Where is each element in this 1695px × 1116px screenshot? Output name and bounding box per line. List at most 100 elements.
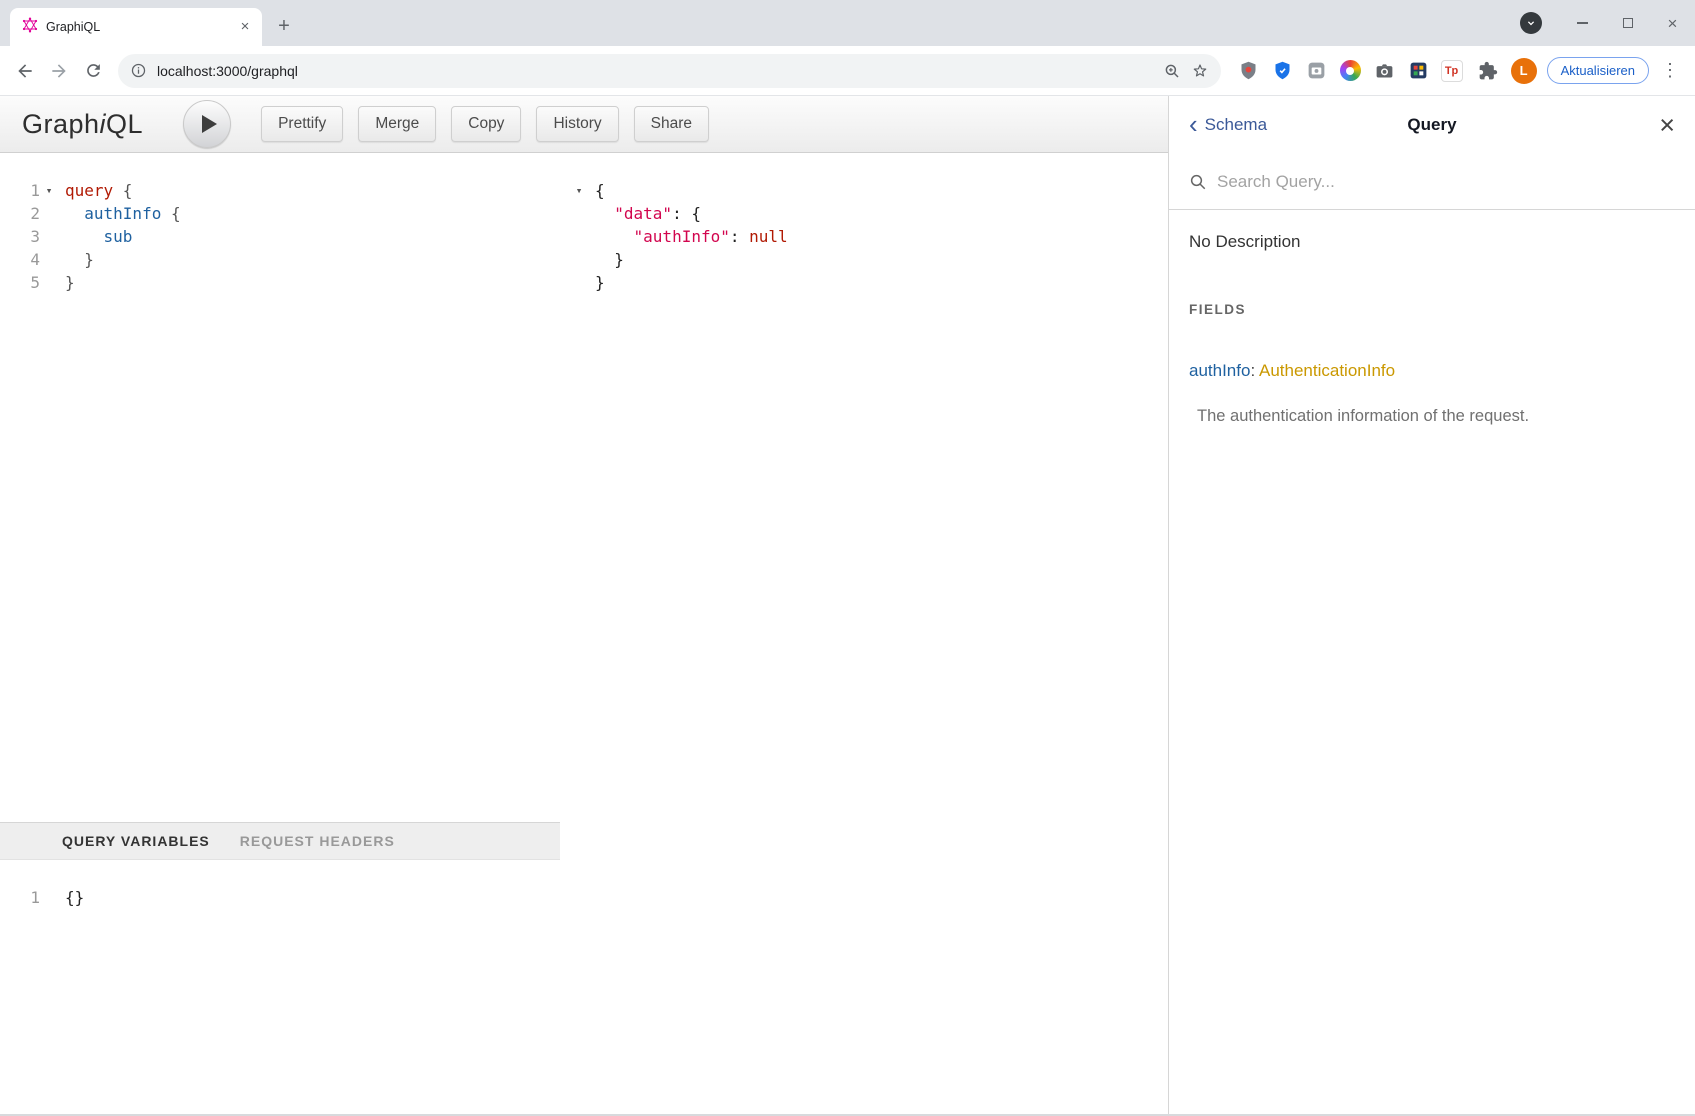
editor-column: 1 ▾ query { 2 authInfo { 3 s	[0, 153, 560, 1114]
tab-title: GraphiQL	[46, 20, 236, 34]
pixel-grid-icon[interactable]	[1407, 59, 1430, 82]
field-description: The authentication information of the re…	[1197, 407, 1675, 426]
line-number: 1	[0, 179, 40, 202]
graphiql-logo: GraphiQL	[22, 109, 143, 140]
new-tab-button[interactable]: +	[270, 12, 298, 40]
bookmark-star-icon[interactable]	[1191, 62, 1209, 80]
code-text: {}	[58, 886, 84, 909]
code-text: "authInfo": null	[588, 225, 788, 248]
tampermonkey-icon[interactable]: Tp	[1441, 60, 1463, 82]
browser-window: GraphiQL × + ×	[0, 0, 1695, 1116]
result-viewer: ▾ { "data": { "authInfo": null }	[560, 153, 1168, 1114]
blue-shield-icon[interactable]	[1271, 59, 1294, 82]
editor-line[interactable]: 4 }	[0, 248, 560, 271]
doc-back-link[interactable]: ‹ Schema	[1189, 114, 1267, 137]
graphql-favicon-icon	[22, 17, 38, 38]
code-text: sub	[58, 225, 132, 248]
page-info-icon[interactable]	[130, 62, 147, 79]
editor-line[interactable]: 3 sub	[0, 225, 560, 248]
result-line: }	[570, 271, 1168, 294]
line-number: 2	[0, 202, 40, 225]
doc-content: No Description FIELDS authInfo: Authenti…	[1169, 210, 1695, 448]
browser-tab[interactable]: GraphiQL ×	[10, 8, 262, 46]
graphiql-left-area: GraphiQL Prettify Merge Copy History Sha…	[0, 96, 1168, 1114]
field-entry: authInfo: AuthenticationInfo	[1189, 361, 1675, 381]
copy-button[interactable]: Copy	[451, 106, 521, 142]
window-controls: ×	[1520, 0, 1695, 46]
history-button[interactable]: History	[536, 106, 618, 142]
color-wheel-icon[interactable]	[1339, 59, 1362, 82]
query-editor[interactable]: 1 ▾ query { 2 authInfo { 3 s	[0, 153, 560, 822]
forward-button[interactable]	[42, 54, 76, 88]
tab-strip: GraphiQL × + ×	[0, 0, 1695, 46]
line-number: 5	[0, 271, 40, 294]
doc-title: Query	[1407, 115, 1456, 135]
maximize-button[interactable]	[1605, 0, 1650, 46]
type-description: No Description	[1189, 232, 1675, 252]
line-number: 1	[0, 886, 40, 909]
extensions-row: Tp	[1237, 59, 1463, 82]
code-text: query {	[58, 179, 132, 202]
doc-back-label: Schema	[1205, 115, 1267, 135]
back-button[interactable]	[8, 54, 42, 88]
screenshot-icon[interactable]	[1305, 59, 1328, 82]
close-button[interactable]: ×	[1650, 0, 1695, 46]
graphiql-app: GraphiQL Prettify Merge Copy History Sha…	[0, 96, 1695, 1116]
fold-arrow-icon[interactable]: ▾	[570, 179, 588, 202]
editor-line[interactable]: 1 {}	[0, 886, 560, 909]
code-text: }	[588, 248, 624, 271]
address-bar[interactable]: localhost:3000/graphql	[118, 54, 1221, 88]
camera-icon[interactable]	[1373, 59, 1396, 82]
editor-line[interactable]: 2 authInfo {	[0, 202, 560, 225]
minimize-button[interactable]	[1560, 0, 1605, 46]
profile-avatar[interactable]: L	[1511, 58, 1537, 84]
zoom-icon[interactable]	[1163, 62, 1181, 80]
fields-section-header: FIELDS	[1189, 302, 1675, 317]
shield-icon[interactable]	[1237, 59, 1260, 82]
doc-search-bar	[1169, 154, 1695, 210]
extensions-puzzle-icon[interactable]	[1471, 54, 1505, 88]
doc-close-icon[interactable]: ×	[1659, 112, 1675, 139]
code-text: }	[58, 248, 94, 271]
prettify-button[interactable]: Prettify	[261, 106, 343, 142]
tab-request-headers[interactable]: REQUEST HEADERS	[240, 833, 395, 849]
browser-navbar: localhost:3000/graphql	[0, 46, 1695, 96]
result-line: "data": {	[570, 202, 1168, 225]
code-text: "data": {	[588, 202, 701, 225]
tab-query-variables[interactable]: QUERY VARIABLES	[62, 833, 210, 849]
editor-line[interactable]: 1 ▾ query {	[0, 179, 560, 202]
url-text: localhost:3000/graphql	[157, 63, 1153, 79]
fold-arrow-icon[interactable]: ▾	[40, 179, 58, 202]
chevron-left-icon: ‹	[1189, 111, 1198, 137]
reload-button[interactable]	[76, 54, 110, 88]
result-line: }	[570, 248, 1168, 271]
toolbar: Prettify Merge Copy History Share	[261, 106, 709, 142]
execute-button[interactable]	[183, 100, 231, 148]
code-text: }	[58, 271, 75, 294]
doc-explorer-header: ‹ Schema Query ×	[1169, 96, 1695, 154]
code-text: {	[588, 179, 605, 202]
field-name-link[interactable]: authInfo	[1189, 361, 1250, 380]
play-icon	[202, 115, 217, 133]
line-number: 3	[0, 225, 40, 248]
share-button[interactable]: Share	[634, 106, 709, 142]
result-line: "authInfo": null	[570, 225, 1168, 248]
field-type-link[interactable]: AuthenticationInfo	[1259, 361, 1395, 380]
menu-dots-icon[interactable]: ⋮	[1653, 54, 1687, 88]
editor-panes: 1 ▾ query { 2 authInfo { 3 s	[0, 153, 1168, 1114]
code-text: }	[588, 271, 605, 294]
search-icon	[1189, 173, 1207, 191]
doc-search-input[interactable]	[1217, 172, 1675, 192]
merge-button[interactable]: Merge	[358, 106, 436, 142]
tab-close-icon[interactable]: ×	[236, 18, 254, 36]
update-button[interactable]: Aktualisieren	[1547, 57, 1649, 84]
editor-line[interactable]: 5 }	[0, 271, 560, 294]
line-number: 4	[0, 248, 40, 271]
result-line: ▾ {	[570, 179, 1168, 202]
graphiql-topbar: GraphiQL Prettify Merge Copy History Sha…	[0, 96, 1168, 153]
doc-explorer: ‹ Schema Query × No Description FIELDS a…	[1168, 96, 1695, 1114]
variables-editor[interactable]: 1 {}	[0, 860, 560, 1114]
variables-title-bar: QUERY VARIABLES REQUEST HEADERS	[0, 822, 560, 860]
tab-search-chevron-icon[interactable]	[1520, 12, 1542, 34]
code-text: authInfo {	[58, 202, 181, 225]
